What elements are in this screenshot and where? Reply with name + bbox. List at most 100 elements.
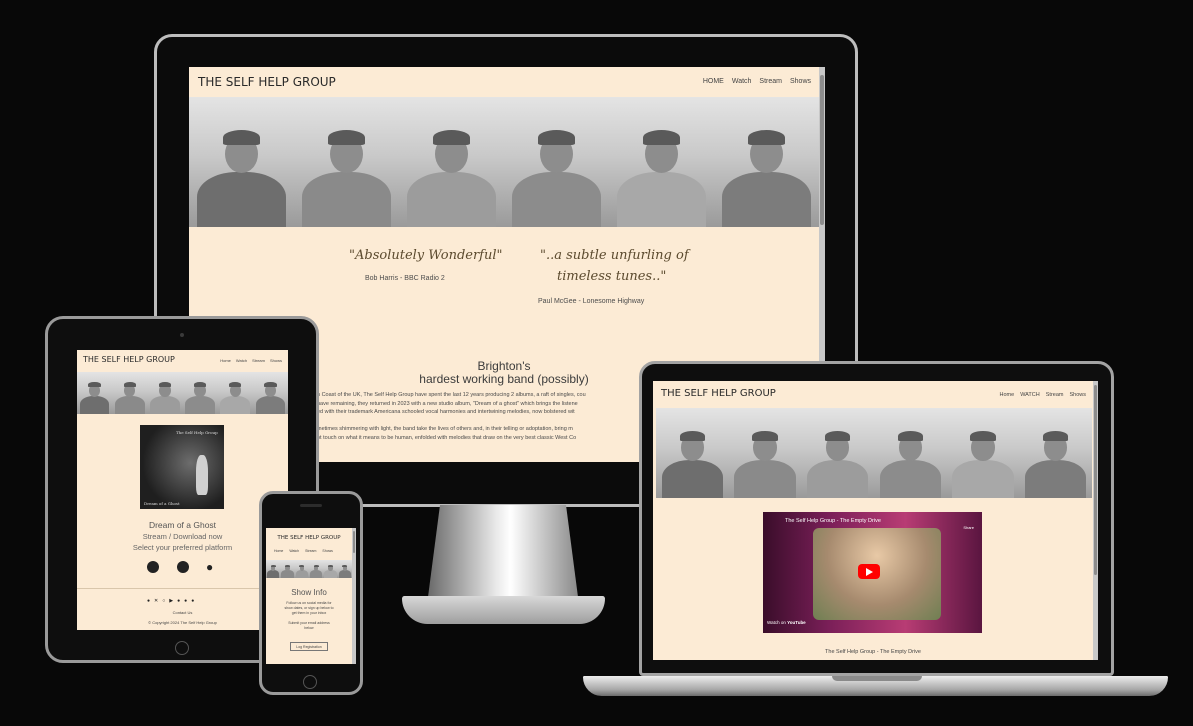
spotify-icon[interactable] bbox=[177, 561, 189, 573]
phone-nav-watch[interactable]: Watch bbox=[289, 549, 299, 553]
play-icon[interactable] bbox=[858, 564, 880, 579]
phone-scrollbar[interactable] bbox=[352, 528, 356, 664]
tablet-nav-stream[interactable]: Stream bbox=[252, 358, 265, 363]
band-member bbox=[879, 422, 941, 498]
desktop-nav-links: HOME Watch Stream Shows bbox=[703, 78, 811, 85]
band-member bbox=[722, 117, 811, 227]
band-member bbox=[79, 378, 110, 414]
laptop-notch bbox=[832, 676, 922, 681]
show-info-heading: Show Info bbox=[291, 588, 327, 597]
album-platform-line: Select your preferred platform bbox=[132, 543, 233, 552]
youtube-logo: YouTube bbox=[787, 620, 806, 625]
band-member bbox=[114, 378, 145, 414]
band-member bbox=[661, 422, 723, 498]
phone-band-photo bbox=[266, 560, 352, 578]
stream-icon[interactable] bbox=[147, 561, 159, 573]
instagram-icon[interactable]: ○ bbox=[162, 598, 165, 604]
phone-nav-stream[interactable]: Stream bbox=[305, 549, 316, 553]
x-icon[interactable]: ✕ bbox=[154, 598, 158, 604]
submit-text: Submit your email address below bbox=[266, 621, 352, 631]
band-member bbox=[150, 378, 180, 414]
site-logo[interactable]: THE SELF HELP GROUP bbox=[198, 75, 336, 89]
nav-watch[interactable]: Watch bbox=[732, 78, 752, 85]
youtube-icon[interactable]: ▶ bbox=[169, 598, 173, 604]
album-cover-text: The Self Help Group bbox=[176, 430, 218, 435]
phone-nav-shows[interactable]: Shows bbox=[322, 549, 333, 553]
video-player[interactable]: The Self Help Group - The Empty Drive Sh… bbox=[763, 512, 982, 633]
tablet-nav-home[interactable]: Home bbox=[220, 358, 231, 363]
band-member bbox=[302, 117, 391, 227]
copyright: © Copyright 2024 The Self Help Group bbox=[148, 620, 217, 625]
apple-icon[interactable]: ● bbox=[191, 598, 194, 604]
band-member bbox=[281, 563, 294, 578]
tablet-nav-shows[interactable]: Shows bbox=[270, 358, 282, 363]
band-member bbox=[255, 378, 286, 414]
apple-icon[interactable]: ● bbox=[206, 560, 213, 574]
show-info-text: Follow us on social media for show dates… bbox=[266, 601, 352, 616]
quote-2-source: Paul McGee - Lonesome Highway bbox=[538, 298, 645, 305]
band-photo bbox=[189, 97, 819, 227]
watch-on-label: Watch on bbox=[767, 620, 786, 625]
album-cover[interactable]: The Self Help Group Dream of a Ghost bbox=[140, 425, 224, 509]
contact-link[interactable]: Contact Us bbox=[77, 610, 288, 615]
laptop-nav-home[interactable]: Home bbox=[1000, 392, 1015, 398]
facebook-icon[interactable]: ● bbox=[147, 598, 150, 604]
album-title: Dream of a Ghost bbox=[148, 520, 217, 530]
album-figure bbox=[196, 455, 208, 495]
nav-home[interactable]: HOME bbox=[703, 78, 724, 85]
album-stream-line: Stream / Download now bbox=[142, 532, 223, 541]
laptop-nav-shows[interactable]: Shows bbox=[1069, 392, 1086, 398]
video-title[interactable]: The Self Help Group - The Empty Drive bbox=[785, 518, 881, 524]
phone-nav-home[interactable]: Home bbox=[274, 549, 283, 553]
band-member bbox=[807, 422, 869, 498]
band-member bbox=[734, 422, 796, 498]
band-member bbox=[267, 563, 280, 578]
band-member bbox=[952, 422, 1014, 498]
phone-logo[interactable]: THE SELF HELP GROUP bbox=[266, 535, 352, 541]
laptop-scrollbar[interactable] bbox=[1093, 381, 1098, 660]
laptop-nav-links: Home WATCH Stream Shows bbox=[1000, 392, 1086, 398]
band-member bbox=[338, 563, 351, 578]
laptop-screen: THE SELF HELP GROUP Home WATCH Stream Sh… bbox=[653, 381, 1098, 660]
laptop-logo[interactable]: THE SELF HELP GROUP bbox=[661, 388, 776, 399]
laptop-nav-stream[interactable]: Stream bbox=[1046, 392, 1064, 398]
band-member bbox=[295, 563, 308, 578]
tablet-camera bbox=[180, 333, 184, 337]
monitor-base bbox=[402, 596, 605, 624]
phone-home-button[interactable] bbox=[303, 675, 317, 689]
tablet-logo[interactable]: THE SELF HELP GROUP bbox=[83, 355, 175, 364]
phone-screen: THE SELF HELP GROUP Home Watch Stream Sh… bbox=[266, 528, 356, 664]
platform-icons: ● bbox=[147, 560, 219, 575]
show-info-line: get them in your inbox bbox=[291, 611, 327, 615]
phone-speaker bbox=[300, 504, 322, 507]
quote-1-source: Bob Harris - BBC Radio 2 bbox=[365, 275, 445, 282]
band-member bbox=[407, 117, 496, 227]
laptop-band-photo bbox=[656, 408, 1092, 498]
band-member bbox=[185, 378, 215, 414]
band-member bbox=[324, 563, 337, 578]
nav-stream[interactable]: Stream bbox=[759, 78, 782, 85]
stream-icon[interactable]: ● bbox=[184, 598, 187, 604]
video-watch-on[interactable]: Watch on YouTube bbox=[767, 620, 806, 625]
nav-shows[interactable]: Shows bbox=[790, 78, 811, 85]
tablet-band-photo bbox=[77, 372, 288, 414]
video-caption: The Self Help Group - The Empty Drive bbox=[825, 649, 921, 655]
quote-1: "Absolutely Wonderful" bbox=[349, 248, 503, 263]
phone-nav-links: Home Watch Stream Shows bbox=[274, 549, 333, 553]
tablet-screen: THE SELF HELP GROUP Home Watch Stream Sh… bbox=[77, 350, 288, 630]
tablet-footer-divider bbox=[77, 588, 288, 589]
album-cover-caption: Dream of a Ghost bbox=[144, 501, 180, 506]
tablet-nav-links: Home Watch Stream Shows bbox=[220, 358, 282, 363]
monitor-stand bbox=[428, 505, 578, 597]
quote-2-line1: "..a subtle unfurling of bbox=[540, 248, 689, 263]
spotify-icon[interactable]: ● bbox=[177, 598, 180, 604]
tablet-nav-watch[interactable]: Watch bbox=[236, 358, 247, 363]
tablet-home-button[interactable] bbox=[175, 641, 189, 655]
band-member bbox=[220, 378, 250, 414]
laptop-nav-watch[interactable]: WATCH bbox=[1020, 392, 1040, 398]
band-member bbox=[617, 117, 706, 227]
social-icons: ● ✕ ○ ▶ ● ● ● bbox=[147, 598, 194, 604]
video-share[interactable]: Share bbox=[963, 525, 974, 530]
band-member bbox=[197, 117, 286, 227]
log-registration-button[interactable]: Log Registration bbox=[290, 642, 328, 651]
